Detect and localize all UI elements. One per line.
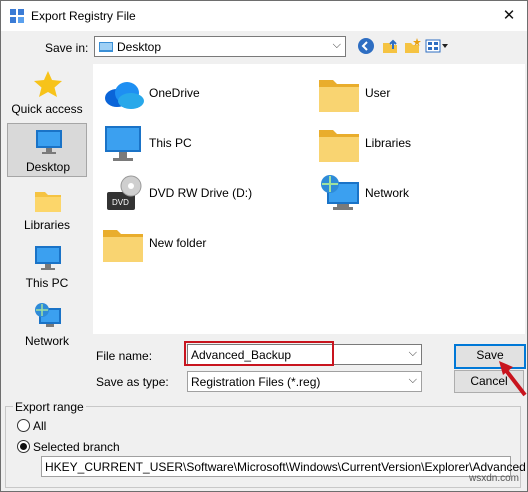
libraries-icon — [35, 192, 61, 212]
file-name-label: File name: — [96, 349, 153, 363]
this-pc-icon — [35, 246, 61, 270]
place-label: This PC — [25, 276, 69, 290]
radio-selected-branch-label: Selected branch — [33, 440, 120, 454]
onedrive-cloud-icon — [105, 82, 144, 109]
place-label: Network — [24, 334, 69, 348]
red-arrow-pointer-icon — [499, 361, 527, 397]
place-label: Libraries — [23, 218, 71, 232]
this-pc-icon — [105, 126, 141, 161]
watermark: wsxdn.com — [469, 473, 520, 484]
file-label: Network — [365, 186, 410, 200]
network-icon — [35, 303, 61, 327]
quick-access-star-icon — [34, 71, 62, 97]
export-registry-dialog: Export Registry File ✕ Save in: Desktop … — [0, 0, 528, 492]
radio-all[interactable] — [17, 419, 30, 432]
list-item-onedrive[interactable]: OneDrive — [93, 72, 293, 116]
place-quick-access[interactable]: Quick access — [7, 66, 87, 120]
title-bar: Export Registry File ✕ — [1, 1, 527, 31]
place-this-pc[interactable]: This PC — [7, 240, 87, 294]
radio-selected-branch[interactable] — [17, 440, 30, 453]
place-network[interactable]: Network — [7, 298, 87, 352]
list-item-libraries[interactable]: Libraries — [309, 122, 509, 166]
libraries-folder-icon — [319, 130, 359, 162]
file-label: OneDrive — [149, 86, 200, 100]
list-item-dvd-drive[interactable]: DVD DVD RW Drive (D:) — [93, 172, 293, 216]
place-libraries[interactable]: Libraries — [7, 182, 87, 236]
highlight-box — [184, 341, 334, 366]
file-label: User — [365, 86, 391, 100]
folder-icon — [319, 80, 359, 112]
selected-branch-value: HKEY_CURRENT_USER\Software\Microsoft\Win… — [45, 460, 526, 474]
place-desktop[interactable]: Desktop — [7, 123, 87, 177]
place-label: Quick access — [11, 102, 83, 116]
save-as-type-label: Save as type: — [96, 375, 169, 389]
file-label: DVD RW Drive (D:) — [149, 186, 253, 200]
save-as-type-value: Registration Files (*.reg) — [191, 375, 321, 389]
folder-icon — [103, 230, 143, 262]
network-icon — [321, 175, 359, 210]
file-label: Libraries — [365, 136, 412, 150]
export-range-label: Export range — [13, 400, 86, 414]
save-in-label: Save in: — [45, 41, 89, 55]
list-item-user[interactable]: User — [309, 72, 509, 116]
dvd-badge: DVD — [112, 198, 129, 207]
back-icon[interactable] — [357, 37, 375, 55]
list-item-new-folder[interactable]: New folder — [93, 222, 293, 266]
save-as-type-dropdown[interactable]: Registration Files (*.reg) ⌵ — [187, 371, 422, 392]
save-in-dropdown[interactable]: Desktop ⌵ — [94, 36, 346, 57]
radio-all-label: All — [33, 419, 47, 433]
save-in-value: Desktop — [117, 40, 162, 54]
list-item-this-pc[interactable]: This PC — [93, 122, 293, 166]
chevron-down-icon: ⌵ — [332, 39, 341, 51]
dvd-drive-icon: DVD — [107, 175, 142, 210]
up-one-level-icon[interactable] — [381, 37, 399, 55]
chevron-down-icon[interactable]: ⌵ — [409, 347, 417, 360]
list-item-network[interactable]: Network — [309, 172, 509, 216]
desktop-icon — [36, 130, 62, 154]
file-label: New folder — [149, 236, 207, 250]
create-new-folder-icon[interactable] — [403, 37, 421, 55]
selected-branch-input[interactable]: HKEY_CURRENT_USER\Software\Microsoft\Win… — [41, 456, 526, 477]
place-label: Desktop — [25, 160, 71, 174]
view-menu-icon[interactable] — [425, 37, 449, 55]
file-label: This PC — [149, 136, 192, 150]
chevron-down-icon: ⌵ — [408, 374, 417, 386]
window-title: Export Registry File — [31, 9, 136, 23]
close-button[interactable]: ✕ — [499, 7, 519, 25]
file-list: OneDrive User This PC Libraries DVD DVD … — [93, 64, 525, 334]
registry-editor-icon — [10, 9, 24, 23]
places-bar: Quick access Desktop Libraries This PC N… — [5, 64, 87, 398]
desktop-folder-icon — [99, 42, 113, 52]
